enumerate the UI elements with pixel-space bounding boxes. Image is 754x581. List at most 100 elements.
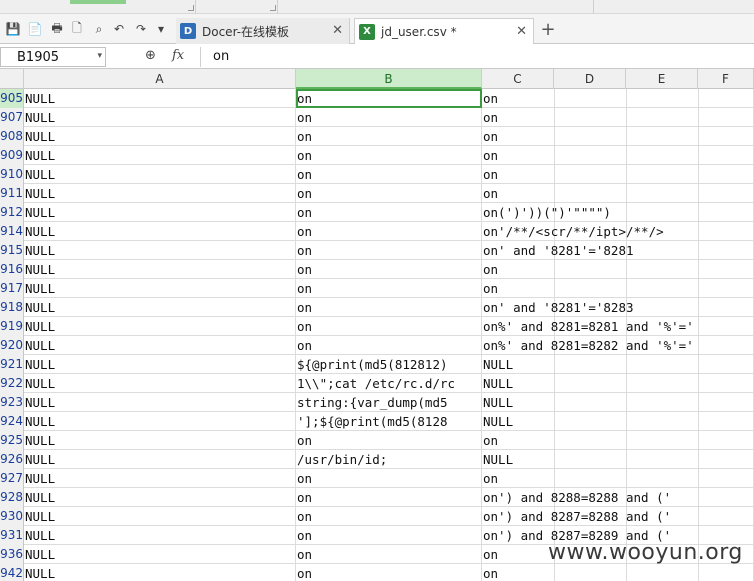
ribbon-expand-icon[interactable]	[270, 5, 276, 11]
cell[interactable]: on	[482, 89, 754, 108]
cell[interactable]: on	[296, 127, 482, 146]
cell[interactable]: on	[296, 165, 482, 184]
row-header[interactable]: 1923	[0, 393, 24, 412]
row-header[interactable]: 1936	[0, 545, 24, 564]
row-header[interactable]: 1927	[0, 469, 24, 488]
cell[interactable]: on	[296, 507, 482, 526]
cell[interactable]: NULL	[24, 146, 296, 165]
cell[interactable]: NULL	[24, 298, 296, 317]
redo-icon[interactable]: ↷	[132, 20, 150, 38]
ribbon-expand-icon[interactable]	[188, 5, 194, 11]
cell[interactable]: on	[482, 564, 754, 581]
cell[interactable]: NULL	[24, 564, 296, 581]
cell[interactable]: NULL	[482, 374, 754, 393]
cell[interactable]: on	[296, 203, 482, 222]
cell[interactable]: on	[296, 317, 482, 336]
cell[interactable]: NULL	[24, 203, 296, 222]
cell[interactable]: on	[296, 564, 482, 581]
cell[interactable]: NULL	[24, 279, 296, 298]
chevron-down-icon[interactable]: ▾	[97, 51, 102, 61]
select-all-corner[interactable]	[0, 69, 24, 89]
row-header[interactable]: 1924	[0, 412, 24, 431]
cell[interactable]: NULL	[24, 469, 296, 488]
row-header[interactable]: 1921	[0, 355, 24, 374]
cell[interactable]: NULL	[24, 184, 296, 203]
cell[interactable]: on	[296, 241, 482, 260]
cell[interactable]: NULL	[482, 355, 754, 374]
cell[interactable]: NULL	[24, 241, 296, 260]
cell[interactable]: on' and '8281'='8281	[482, 241, 754, 260]
new-tab-button[interactable]: +	[538, 20, 558, 40]
cell[interactable]: NULL	[24, 450, 296, 469]
cell[interactable]: on'/**/<scr/**/ipt>/**/>	[482, 222, 754, 241]
row-header[interactable]: 1930	[0, 507, 24, 526]
name-box[interactable]: B1905 ▾	[0, 47, 106, 67]
cell[interactable]: ${@print(md5(812812)	[296, 355, 482, 374]
zoom-icon[interactable]: ⊕	[145, 48, 156, 63]
row-header[interactable]: 1916	[0, 260, 24, 279]
row-header[interactable]: 1911	[0, 184, 24, 203]
row-header[interactable]: 1905	[0, 89, 24, 108]
cell[interactable]: on	[482, 260, 754, 279]
cell[interactable]: NULL	[482, 412, 754, 431]
cell[interactable]: on	[482, 127, 754, 146]
cell[interactable]: NULL	[24, 393, 296, 412]
cell[interactable]: NULL	[24, 317, 296, 336]
cell[interactable]: NULL	[24, 526, 296, 545]
cell[interactable]: NULL	[24, 127, 296, 146]
row-header[interactable]: 1915	[0, 241, 24, 260]
cell[interactable]: 1\\";cat /etc/rc.d/rc	[296, 374, 482, 393]
cell[interactable]: NULL	[24, 222, 296, 241]
cell[interactable]: NULL	[24, 488, 296, 507]
cell[interactable]: NULL	[24, 355, 296, 374]
cell[interactable]: on	[482, 165, 754, 184]
cell[interactable]: on	[482, 146, 754, 165]
cell[interactable]: on	[296, 488, 482, 507]
cell[interactable]: NULL	[24, 165, 296, 184]
row-header[interactable]: 1912	[0, 203, 24, 222]
cell[interactable]: on	[296, 336, 482, 355]
find-icon[interactable]: ⌕	[90, 20, 108, 38]
cell[interactable]: NULL	[482, 393, 754, 412]
row-header[interactable]: 1908	[0, 127, 24, 146]
undo-icon[interactable]: ↶	[110, 20, 128, 38]
cell[interactable]: on	[296, 146, 482, 165]
cell[interactable]: on	[296, 469, 482, 488]
cell[interactable]: NULL	[482, 450, 754, 469]
cell[interactable]: NULL	[24, 507, 296, 526]
cell[interactable]: on' and '8281'='8283	[482, 298, 754, 317]
row-header[interactable]: 1922	[0, 374, 24, 393]
cell[interactable]: NULL	[24, 336, 296, 355]
row-header[interactable]: 1917	[0, 279, 24, 298]
row-header[interactable]: 1918	[0, 298, 24, 317]
cell[interactable]: on	[482, 469, 754, 488]
row-header[interactable]: 1926	[0, 450, 24, 469]
selected-cell[interactable]: on	[296, 89, 482, 108]
cell[interactable]: on	[296, 545, 482, 564]
row-header[interactable]: 1942	[0, 564, 24, 581]
column-header-c[interactable]: C	[482, 69, 554, 89]
cell[interactable]: on%' and 8281=8282 and '%'='	[482, 336, 754, 355]
cell[interactable]: on	[296, 260, 482, 279]
print-icon[interactable]: 🖶	[48, 20, 66, 38]
row-header[interactable]: 1909	[0, 146, 24, 165]
cell[interactable]: on	[296, 298, 482, 317]
cell[interactable]: on	[482, 431, 754, 450]
more-icon[interactable]: ▾	[152, 20, 170, 38]
export-pdf-icon[interactable]: 📄	[26, 20, 44, 38]
cell[interactable]: on	[296, 431, 482, 450]
cell[interactable]: NULL	[24, 412, 296, 431]
spreadsheet-grid[interactable]: A B C D E F 1905NULLonon 1907NULLonon 19…	[0, 69, 754, 581]
function-icon[interactable]: fx	[172, 48, 184, 63]
row-header[interactable]: 1931	[0, 526, 24, 545]
row-header[interactable]: 1919	[0, 317, 24, 336]
column-header-e[interactable]: E	[626, 69, 698, 89]
cell[interactable]: NULL	[24, 260, 296, 279]
cell[interactable]: on	[482, 108, 754, 127]
cell[interactable]: NULL	[24, 89, 296, 108]
cell[interactable]: on	[296, 526, 482, 545]
print-preview-icon[interactable]: 🗋	[68, 20, 86, 38]
cell[interactable]: on	[296, 222, 482, 241]
cell[interactable]: on	[482, 279, 754, 298]
save-icon[interactable]: 💾	[4, 20, 22, 38]
